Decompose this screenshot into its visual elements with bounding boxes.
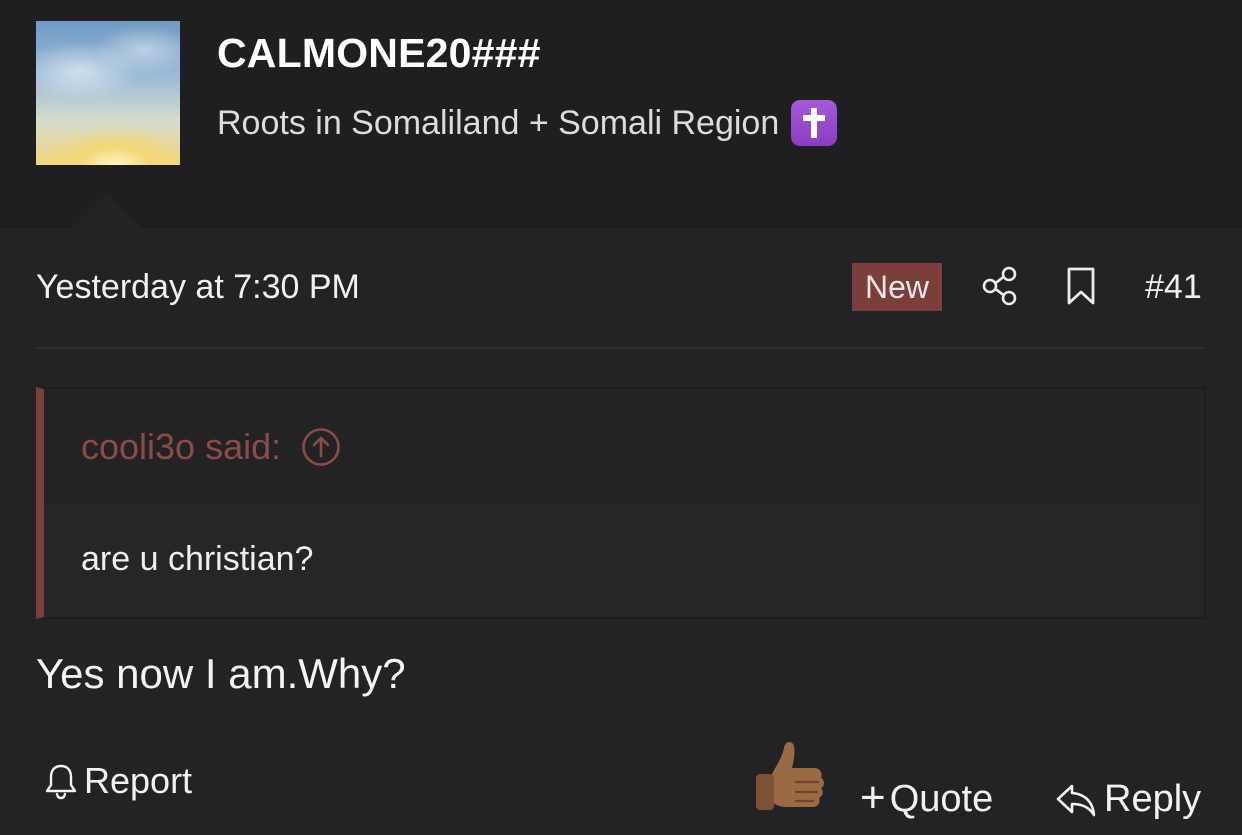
- latin-cross-icon: [791, 100, 838, 146]
- new-badge: New: [852, 263, 942, 311]
- bell-icon: [45, 764, 77, 800]
- quote-block: cooli3o said: are u christian?: [36, 387, 1206, 619]
- report-label: Report: [84, 760, 193, 801]
- quote-label: Quote: [889, 778, 994, 820]
- quote-author[interactable]: cooli3o said:: [81, 426, 281, 468]
- post-message: Yes now I am.Why?: [36, 650, 406, 697]
- thumbs-up-icon[interactable]: [752, 738, 828, 816]
- user-title: Roots in Somaliland + Somali Region: [217, 100, 838, 146]
- reply-button[interactable]: Reply: [1054, 778, 1201, 821]
- reply-arrow-icon: [1056, 784, 1096, 816]
- quote-body: are u christian?: [81, 540, 314, 578]
- avatar[interactable]: [36, 21, 180, 165]
- post-number[interactable]: #41: [1145, 268, 1202, 307]
- user-header: CALMONE20### Roots in Somaliland + Somal…: [0, 0, 1242, 228]
- quote-button[interactable]: + Quote: [860, 772, 994, 822]
- quote-header: cooli3o said:: [44, 389, 1204, 504]
- user-title-text: Roots in Somaliland + Somali Region: [217, 103, 780, 142]
- arrow-up-circle-icon[interactable]: [301, 427, 341, 467]
- header-pointer: [71, 192, 143, 228]
- post-date[interactable]: Yesterday at 7:30 PM: [36, 268, 360, 307]
- reply-label: Reply: [1104, 778, 1202, 820]
- post-page: CALMONE20### Roots in Somaliland + Somal…: [0, 0, 1242, 835]
- divider: [36, 347, 1206, 349]
- report-button[interactable]: Report: [44, 760, 192, 802]
- plus-icon: +: [860, 772, 886, 822]
- share-icon[interactable]: [982, 266, 1018, 306]
- post-meta-row: Yesterday at 7:30 PM New #41: [36, 258, 1206, 318]
- bookmark-icon[interactable]: [1066, 266, 1096, 306]
- username[interactable]: CALMONE20###: [217, 30, 541, 77]
